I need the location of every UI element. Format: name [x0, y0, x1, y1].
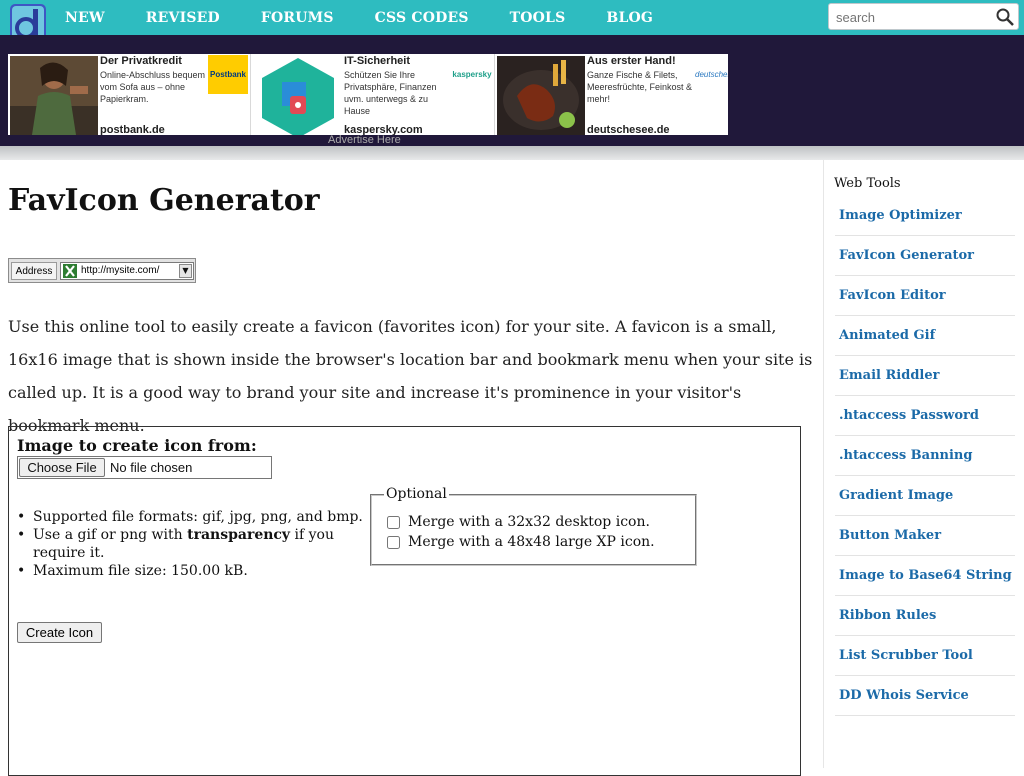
- sidebar-item: Image to Base64 String: [835, 556, 1015, 596]
- ad-title: Aus erster Hand!: [587, 55, 676, 67]
- sidebar-item-ribbon-rules[interactable]: Ribbon Rules: [839, 608, 936, 623]
- sidebar-item-htaccess-banning[interactable]: .htaccess Banning: [839, 448, 972, 463]
- optional-legend: Optional: [384, 486, 449, 502]
- ad-banner-divider: [0, 146, 1024, 160]
- sidebar-item: Ribbon Rules: [835, 596, 1015, 636]
- ad-description: Online-Abschluss bequem vom Sofa aus – o…: [100, 70, 206, 104]
- ad-unit-postbank[interactable]: Der Privatkredit Online-Abschluss bequem…: [8, 54, 251, 135]
- search-box: [828, 3, 1019, 30]
- tip-formats: Supported file formats: gif, jpg, png, a…: [17, 508, 373, 526]
- sidebar-title: Web Tools: [834, 176, 901, 191]
- page-title: FavIcon Generator: [8, 183, 320, 218]
- ad-title: IT-Sicherheit: [344, 55, 411, 67]
- ad-photo-woman-icon: [10, 56, 98, 135]
- sidebar-item: Email Riddler: [835, 356, 1015, 396]
- ad-separator: [250, 54, 251, 135]
- create-icon-button[interactable]: Create Icon: [17, 622, 102, 643]
- format-tips: Supported file formats: gif, jpg, png, a…: [17, 508, 373, 580]
- sidebar-item: .htaccess Password: [835, 396, 1015, 436]
- sidebar-divider: [823, 160, 824, 768]
- postbank-logo: Postbank: [208, 55, 248, 94]
- nav-blog[interactable]: BLOG: [606, 10, 653, 26]
- tip-max-size: Maximum file size: 150.00 kB.: [17, 562, 373, 580]
- sidebar-item-list-scrubber[interactable]: List Scrubber Tool: [839, 648, 973, 663]
- sidebar-item: Gradient Image: [835, 476, 1015, 516]
- merge-32-checkbox[interactable]: [387, 515, 400, 529]
- nav-forums[interactable]: FORUMS: [261, 10, 334, 26]
- ad-food-photo-icon: [497, 56, 585, 135]
- merge-32-option[interactable]: Merge with a 32x32 desktop icon.: [387, 514, 650, 530]
- sidebar-item: .htaccess Banning: [835, 436, 1015, 476]
- nav-revised[interactable]: REVISED: [146, 10, 220, 26]
- sidebar-item-image-optimizer[interactable]: Image Optimizer: [839, 208, 962, 223]
- sidebar-item-whois-service[interactable]: DD Whois Service: [839, 688, 969, 703]
- sidebar-item: FavIcon Generator: [835, 236, 1015, 276]
- ad-description: Ganze Fische & Filets, Meeresfrüchte, Fe…: [587, 70, 693, 104]
- sidebar-item-image-to-base64[interactable]: Image to Base64 String: [839, 568, 1012, 583]
- top-navbar: NEW REVISED FORUMS CSS CODES TOOLS BLOG: [0, 0, 1024, 44]
- sidebar-item: Image Optimizer: [835, 196, 1015, 236]
- intro-paragraph: Use this online tool to easily create a …: [8, 317, 813, 435]
- ad-domain: postbank.de: [100, 124, 165, 135]
- kaspersky-logo: kaspersky: [452, 70, 492, 79]
- file-status: No file chosen: [110, 460, 193, 475]
- sidebar-item: Button Maker: [835, 516, 1015, 556]
- merge-48-option[interactable]: Merge with a 48x48 large XP icon.: [387, 534, 655, 550]
- ad-strip: Der Privatkredit Online-Abschluss bequem…: [8, 54, 728, 135]
- sidebar-item-htaccess-password[interactable]: .htaccess Password: [839, 408, 979, 423]
- advertise-here-link[interactable]: Advertise Here: [328, 134, 401, 146]
- nav-css-codes[interactable]: CSS CODES: [375, 10, 469, 26]
- sidebar-item-email-riddler[interactable]: Email Riddler: [839, 368, 939, 383]
- main-nav: NEW REVISED FORUMS CSS CODES TOOLS BLOG: [65, 10, 694, 26]
- address-bar-example: Address http://mysite.com/ ▼: [8, 258, 196, 283]
- choose-file-button[interactable]: Choose File: [19, 458, 105, 477]
- search-input[interactable]: [834, 7, 992, 27]
- sidebar-item: DD Whois Service: [835, 676, 1015, 716]
- address-label: Address: [11, 262, 57, 280]
- sidebar-item-favicon-generator[interactable]: FavIcon Generator: [839, 248, 974, 263]
- sidebar-item: List Scrubber Tool: [835, 636, 1015, 676]
- image-label: Image to create icon from:: [17, 436, 257, 455]
- web-tools-list: Image Optimizer FavIcon Generator FavIco…: [835, 196, 1015, 716]
- search-icon[interactable]: [996, 8, 1014, 26]
- sidebar-item-animated-gif[interactable]: Animated Gif: [839, 328, 935, 343]
- ad-unit-deutschesee[interactable]: Aus erster Hand! Ganze Fische & Filets, …: [495, 54, 728, 135]
- dropdown-arrow-icon: ▼: [179, 264, 192, 278]
- sidebar-item-button-maker[interactable]: Button Maker: [839, 528, 941, 543]
- sidebar-item-favicon-editor[interactable]: FavIcon Editor: [839, 288, 946, 303]
- address-url: http://mysite.com/: [81, 265, 160, 276]
- ad-title: Der Privatkredit: [100, 55, 182, 67]
- sidebar-item-gradient-image[interactable]: Gradient Image: [839, 488, 953, 503]
- ad-domain: deutschesee.de: [587, 124, 670, 135]
- sidebar-item: FavIcon Editor: [835, 276, 1015, 316]
- favicon-example-icon: [63, 264, 77, 278]
- sidebar-item: Animated Gif: [835, 316, 1015, 356]
- favicon-form: Image to create icon from: Choose File N…: [8, 426, 801, 776]
- ad-unit-kaspersky[interactable]: IT-Sicherheit Schützen Sie Ihre Privatsp…: [252, 54, 495, 135]
- tip-transparency: Use a gif or png with transparency if yo…: [17, 526, 373, 562]
- merge-48-checkbox[interactable]: [387, 535, 400, 549]
- ad-shield-icon: [254, 56, 342, 135]
- nav-tools[interactable]: TOOLS: [510, 10, 566, 26]
- ad-description: Schützen Sie Ihre Privatsphäre, Finanzen…: [344, 70, 437, 116]
- file-input[interactable]: Choose File No file chosen: [17, 456, 272, 479]
- deutschesee-logo: deutschesee: [695, 70, 728, 79]
- optional-fieldset: Optional Merge with a 32x32 desktop icon…: [370, 486, 697, 566]
- nav-new[interactable]: NEW: [65, 10, 105, 26]
- address-field: http://mysite.com/ ▼: [60, 262, 194, 280]
